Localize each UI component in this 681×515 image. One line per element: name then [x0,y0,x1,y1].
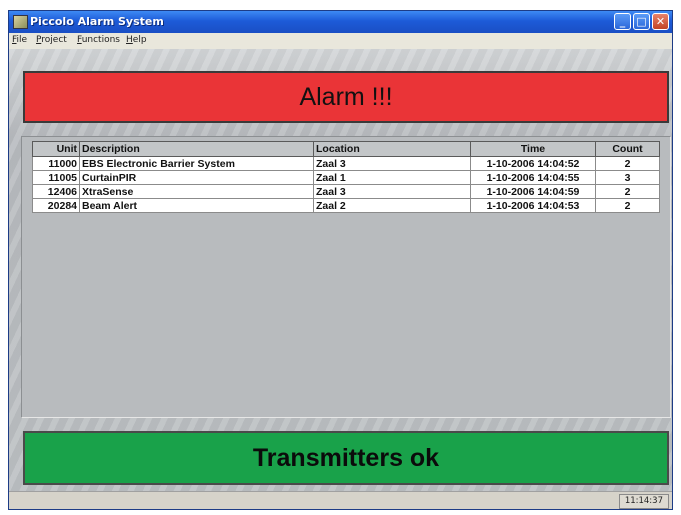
menu-project[interactable]: Project [36,35,67,45]
maximize-icon: □ [636,15,647,28]
table-row[interactable]: 20284 Beam Alert Zaal 2 1-10-2006 14:04:… [32,198,660,213]
cell-unit: 12406 [32,184,80,199]
cell-count: 2 [595,156,660,171]
maximize-button[interactable]: □ [633,13,650,30]
alarm-table: Unit Description Location Time Count 110… [32,141,660,213]
column-header-time[interactable]: Time [470,141,596,157]
cell-description: Beam Alert [79,198,314,213]
alarm-list-panel: Unit Description Location Time Count 110… [21,136,671,418]
cell-count: 2 [595,198,660,213]
cell-time: 1-10-2006 14:04:55 [470,170,596,185]
table-header-row: Unit Description Location Time Count [32,141,660,157]
cell-count: 3 [595,170,660,185]
column-header-location[interactable]: Location [313,141,471,157]
cell-time: 1-10-2006 14:04:52 [470,156,596,171]
minimize-icon: _ [619,15,626,28]
workspace: Alarm !!! Unit Description Location Time [9,49,672,491]
cell-time: 1-10-2006 14:04:53 [470,198,596,213]
column-header-count[interactable]: Count [595,141,660,157]
cell-location: Zaal 2 [313,198,471,213]
cell-count: 2 [595,184,660,199]
title-bar[interactable]: Piccolo Alarm System _ □ ✕ [9,11,672,33]
app-icon[interactable] [13,15,28,29]
column-header-description[interactable]: Description [79,141,314,157]
cell-description: EBS Electronic Barrier System [79,156,314,171]
app-window: Piccolo Alarm System _ □ ✕ File Project … [8,10,673,510]
minimize-button[interactable]: _ [614,13,631,30]
menu-file[interactable]: File [12,35,27,45]
transmitters-status-banner: Transmitters ok [23,431,669,485]
alarm-banner: Alarm !!! [23,71,669,123]
cell-unit: 20284 [32,198,80,213]
menu-bar: File Project Functions Help [9,33,672,49]
cell-unit: 11005 [32,170,80,185]
cell-time: 1-10-2006 14:04:59 [470,184,596,199]
table-row[interactable]: 11000 EBS Electronic Barrier System Zaal… [32,156,660,171]
menu-help[interactable]: Help [126,35,147,45]
close-button[interactable]: ✕ [652,13,669,30]
table-row[interactable]: 11005 CurtainPIR Zaal 1 1-10-2006 14:04:… [32,170,660,185]
close-icon: ✕ [655,15,666,28]
table-row[interactable]: 12406 XtraSense Zaal 3 1-10-2006 14:04:5… [32,184,660,199]
cell-description: CurtainPIR [79,170,314,185]
menu-functions[interactable]: Functions [77,35,120,45]
status-clock: 11:14:37 [618,494,669,509]
cell-location: Zaal 1 [313,170,471,185]
cell-location: Zaal 3 [313,156,471,171]
cell-unit: 11000 [32,156,80,171]
column-header-unit[interactable]: Unit [32,141,80,157]
window-title: Piccolo Alarm System [30,15,164,28]
status-bar: 11:14:37 [9,491,672,509]
cell-location: Zaal 3 [313,184,471,199]
cell-description: XtraSense [79,184,314,199]
